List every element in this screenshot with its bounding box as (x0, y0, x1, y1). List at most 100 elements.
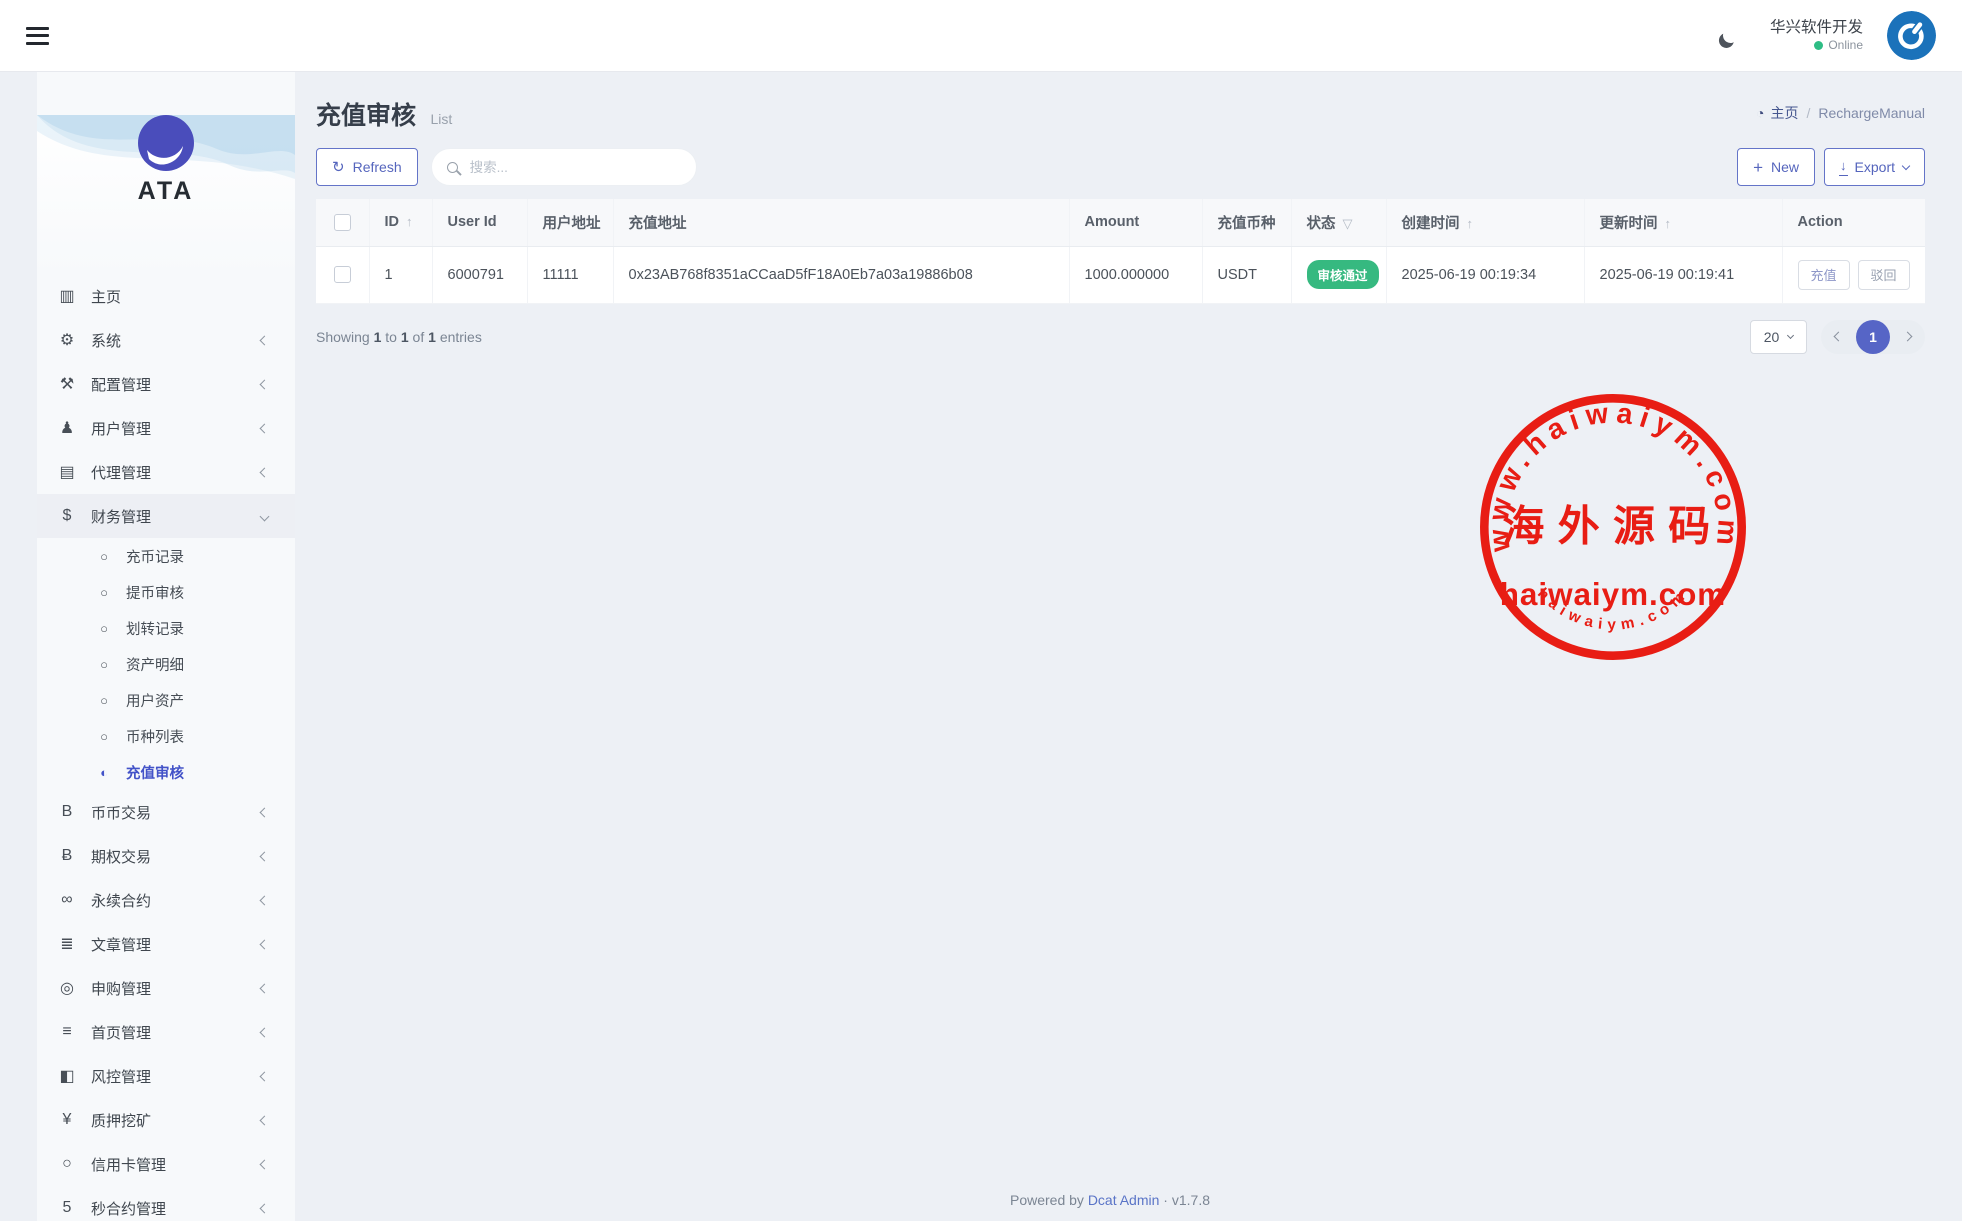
sidebar-item-13[interactable]: B币币交易 (37, 790, 295, 834)
cell-status: 审核通过 (1291, 246, 1386, 303)
sidebar-nav: ▥主页⚙系统⚒配置管理♟用户管理▤代理管理$财务管理○充币记录○提币审核○划转记… (37, 274, 295, 1221)
sidebar-item-label: 申购管理 (91, 978, 151, 999)
sort-asc-icon[interactable]: ↑ (1467, 216, 1474, 231)
circle-icon: ○ (95, 657, 113, 672)
page-size-select[interactable]: 20 (1750, 320, 1807, 354)
sort-asc-icon[interactable]: ↑ (1665, 216, 1672, 231)
link-icon: ∞ (56, 891, 78, 909)
search-input[interactable] (468, 159, 681, 176)
sidebar-item-2[interactable]: ⚒配置管理 (37, 362, 295, 406)
moon-icon (1722, 27, 1740, 45)
sidebar-item-1[interactable]: ⚙系统 (37, 318, 295, 362)
sidebar-item-8[interactable]: ○ 划转记录 (37, 610, 295, 646)
sidebar-item-22[interactable]: 5秒合约管理 (37, 1186, 295, 1221)
bitcoin-icon: Ƀ (56, 847, 78, 865)
next-page-button[interactable] (1890, 320, 1925, 354)
sidebar-item-label: 文章管理 (91, 934, 151, 955)
chevron-left-icon (260, 1203, 270, 1213)
watermark-stamp: www.haiwaiym.com 海外源码 haiwaiym.com haiwa… (1470, 384, 1756, 670)
sidebar-toggle-button[interactable] (26, 27, 49, 45)
chevron-left-icon (260, 467, 270, 477)
current-page-button[interactable]: 1 (1856, 320, 1890, 354)
sidebar-item-18[interactable]: ≡首页管理 (37, 1010, 295, 1054)
new-button-label: New (1771, 159, 1799, 175)
avatar[interactable] (1887, 11, 1936, 60)
cell-recharge-address: 0x23AB768f8351aCCaaD5fF18A0Eb7a03a19886b… (613, 246, 1069, 303)
breadcrumb: ◔ 主页 / RechargeManual (1756, 103, 1925, 123)
circle-icon: ○ (95, 549, 113, 564)
sidebar-item-10[interactable]: ○用户资产 (37, 682, 295, 718)
circle-outline-icon: ○ (56, 1155, 78, 1173)
page-subtitle: List (430, 111, 452, 127)
sidebar-item-label: 代理管理 (91, 462, 151, 483)
sidebar-item-20[interactable]: ¥质押挖矿 (37, 1098, 295, 1142)
column-header-label: 充值地址 (629, 216, 687, 232)
row-checkbox[interactable] (334, 266, 351, 283)
column-header-label: 创建时间 (1402, 216, 1460, 232)
chevron-left-icon (260, 379, 270, 389)
sidebar-item-label: 信用卡管理 (91, 1154, 166, 1175)
column-header: Amount (1069, 199, 1202, 246)
new-button[interactable]: + New (1737, 148, 1815, 186)
sidebar-item-19[interactable]: ◧风控管理 (37, 1054, 295, 1098)
sidebar-item-label: 充币记录 (126, 546, 184, 567)
sort-asc-icon[interactable]: ↑ (406, 214, 413, 229)
number-5-icon: 5 (56, 1199, 78, 1217)
sidebar-item-label: 划转记录 (126, 618, 184, 639)
sidebar-item-9[interactable]: ○ 资产明细 (37, 646, 295, 682)
circle-icon: ○ (95, 729, 113, 744)
pagination: 20 1 (1750, 320, 1925, 354)
plus-icon: + (1753, 159, 1763, 176)
refresh-button[interactable]: ↻ Refresh (316, 148, 418, 186)
entries-summary: Showing 1 to 1 of 1 entries (316, 329, 482, 345)
dcat-admin-link[interactable]: Dcat Admin (1088, 1192, 1160, 1208)
sidebar-item-5[interactable]: $财务管理 (37, 494, 295, 538)
column-header-label: 充值币种 (1218, 216, 1276, 232)
column-header: 充值币种 (1202, 199, 1291, 246)
filter-icon[interactable]: ▽ (1343, 216, 1353, 231)
data-table: ID↑User Id用户地址充值地址Amount充值币种状态▽创建时间↑更新时间… (316, 199, 1925, 304)
online-status-dot (1814, 41, 1823, 50)
reject-action-button[interactable]: 驳回 (1858, 260, 1910, 290)
sidebar-item-4[interactable]: ▤代理管理 (37, 450, 295, 494)
sidebar-item-label: 资产明细 (126, 654, 184, 675)
chevron-left-icon (1834, 332, 1844, 342)
sidebar-item-label: 系统 (91, 330, 121, 351)
column-header: Action (1782, 199, 1925, 246)
sidebar-item-14[interactable]: Ƀ期权交易 (37, 834, 295, 878)
export-button[interactable]: ↓ Export (1824, 148, 1925, 186)
breadcrumb-home-link[interactable]: ◔ 主页 (1756, 103, 1798, 123)
sidebar-item-label: 币种列表 (126, 726, 184, 747)
recharge-action-button[interactable]: 充值 (1798, 260, 1850, 290)
sidebar-item-16[interactable]: ≣ 文章管理 (37, 922, 295, 966)
sidebar-item-21[interactable]: ○ 信用卡管理 (37, 1142, 295, 1186)
sidebar-logo-area: ATA (37, 115, 295, 274)
watermark-center-cn: 海外源码 (1502, 502, 1723, 549)
sidebar-item-3[interactable]: ♟用户管理 (37, 406, 295, 450)
sidebar-item-6[interactable]: ○ 充币记录 (37, 538, 295, 574)
chevron-left-icon (260, 335, 270, 345)
circle-icon: ○ (95, 621, 113, 636)
sidebar-item-7[interactable]: ○提币审核 (37, 574, 295, 610)
sidebar: ATA ▥主页⚙系统⚒配置管理♟用户管理▤代理管理$财务管理○充币记录○提币审核… (37, 71, 295, 1221)
user-icon: ♟ (56, 418, 78, 438)
sidebar-item-label: 提币审核 (126, 582, 184, 603)
sidebar-item-0[interactable]: ▥主页 (37, 274, 295, 318)
prev-page-button[interactable] (1821, 320, 1856, 354)
select-all-checkbox[interactable] (334, 214, 351, 231)
sidebar-item-12[interactable]: ◐充值审核 (37, 754, 295, 790)
circle-icon: ○ (95, 693, 113, 708)
wrench-icon: ⚒ (56, 374, 78, 394)
sidebar-item-15[interactable]: ∞永续合约 (37, 878, 295, 922)
newspaper-icon: ≣ (56, 934, 78, 954)
user-menu[interactable]: 华兴软件开发 Online (1770, 18, 1863, 54)
sidebar-item-17[interactable]: ◎申购管理 (37, 966, 295, 1010)
refresh-icon: ↻ (332, 158, 345, 176)
footer-separator: · (1163, 1192, 1168, 1208)
column-header-label: ID (385, 214, 400, 230)
dark-mode-toggle[interactable] (1715, 28, 1746, 43)
sidebar-item-label: 主页 (91, 286, 121, 307)
sidebar-item-11[interactable]: ○ 币种列表 (37, 718, 295, 754)
pager: 1 (1821, 320, 1925, 354)
page-header: 充值审核 List ◔ 主页 / RechargeManual (316, 96, 1925, 132)
